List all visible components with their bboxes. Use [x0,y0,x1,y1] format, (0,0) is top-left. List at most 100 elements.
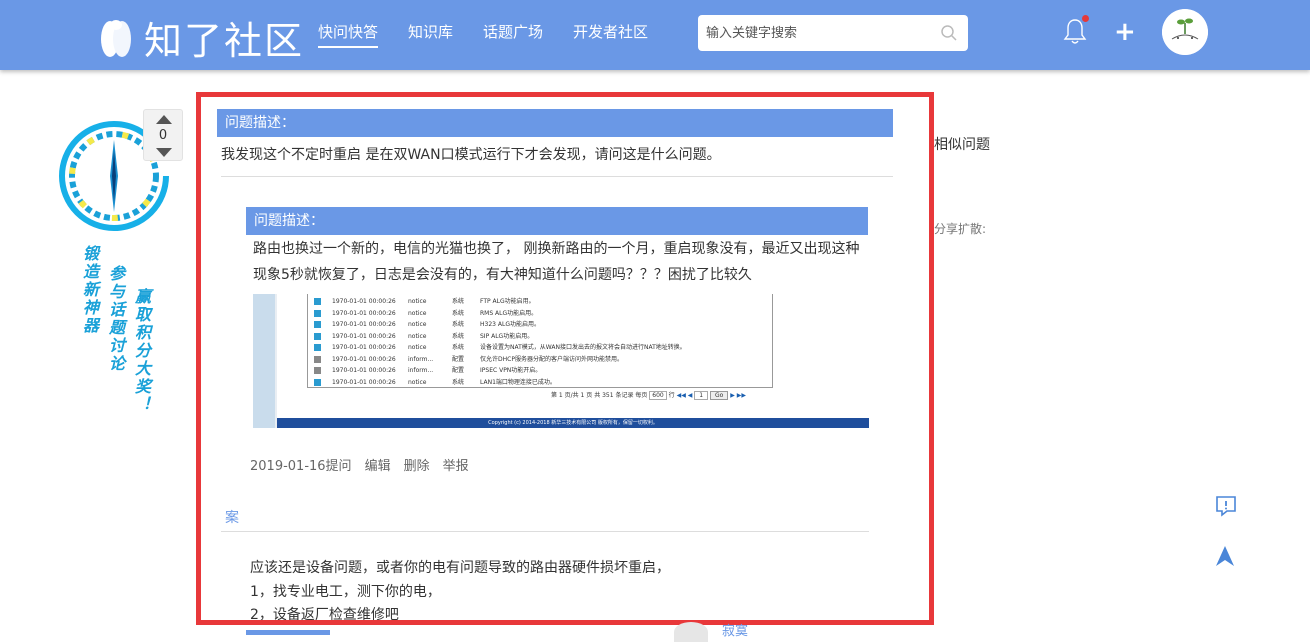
log-time: 1970-01-01 00:00:26 [332,367,396,374]
pager-text: 第 1 页/共 1 页 共 351 条记录 每页 [551,392,648,399]
log-pager: 第 1 页/共 1 页 共 351 条记录 每页 600 行 ◀◀ ◀ 1 Go… [551,390,746,400]
avatar-sprout-icon [1162,9,1208,55]
log-info-icon [314,332,321,340]
log-level: inform... [408,355,434,363]
log-level: notice [408,332,427,340]
back-to-top-icon[interactable] [1215,545,1235,567]
report-link[interactable]: 举报 [443,455,469,474]
log-time: 1970-01-01 00:00:26 [332,321,396,328]
log-info-icon [314,298,321,305]
vote-widget: 0 [143,109,183,161]
log-table: 1970-01-01 00:00:26 notice 系统 FTP ALG功能启用。 1… [307,294,773,388]
screenshot-sidebar [253,294,275,428]
site-logo[interactable]: 知了社区 [98,10,304,65]
log-info-icon [314,367,321,374]
log-row: 1970-01-01 00:00:26 inform... 配置 IPSEC VPN功… [308,365,772,376]
page-number-input[interactable]: 1 [694,391,709,400]
log-time: 1970-01-01 00:00:26 [332,355,396,363]
answer-line-3: 2，设备返厂检查维修吧 [250,607,399,623]
top-navbar: 知了社区 快问快答 知识库 话题广场 开发者社区 + [0,0,1310,70]
log-msg: 设备设置为NAT模式，从WAN接口发出去的报文将会自动进行NAT地址转换。 [480,344,686,351]
upvote-arrow-icon[interactable] [156,115,172,124]
divider [221,531,869,532]
log-level: notice [408,298,427,305]
question-heading: 问题描述： [217,109,893,137]
slogan-line-3: 赢取积分大奖！ [132,288,151,414]
question-date: 2019-01-16提问 [250,459,352,474]
quoted-heading: 问题描述： [246,207,868,235]
answer-line-1: 应该还是设备问题，或者你的电有问题导致的路由器硬件损坏重启， [250,560,670,576]
answer-line-2: 1，找专业电工，测下你的电， [250,584,441,600]
pager-next-icon[interactable]: ▶ ▶▶ [730,392,746,399]
nav-item-knowledge[interactable]: 知识库 [408,0,453,70]
similar-questions-title: 相似问题 [934,137,990,153]
log-level: notice [408,309,427,317]
user-avatar[interactable] [1162,9,1208,55]
search-icon[interactable] [940,24,958,42]
pager-prev-icon[interactable]: ◀◀ ◀ [677,392,693,399]
log-msg: LAN1端口物理连接已成功。 [480,378,556,386]
feedback-icon[interactable] [1214,494,1238,518]
slogan-line-1: 锻造新神器 [80,245,99,335]
search-box [698,15,968,51]
answer-tag [246,630,330,635]
log-row: 1970-01-01 00:00:26 inform... 配置 仅允许DHCP服务器… [308,354,772,365]
nav-item-topics[interactable]: 话题广场 [483,0,543,70]
log-msg: FTP ALG功能启用。 [480,298,535,305]
answer-author-avatar[interactable] [674,622,708,642]
log-row: 1970-01-01 00:00:26 notice 系统 H323 ALG功能启用。 [308,319,772,330]
search-input[interactable] [698,15,928,51]
log-row: 1970-01-01 00:00:26 notice 系统 RMS ALG功能启用。 [308,308,772,319]
share-label: 分享扩散: [934,222,987,236]
log-type: 系统 [452,309,465,317]
quoted-text-line-1: 路由也换过一个新的，电信的光猫也换了， 刚换新路由的一个月，重启现象没有，最近又… [253,241,860,257]
log-info-icon [314,355,321,363]
edit-link[interactable]: 编辑 [365,455,391,474]
pager-unit: 行 [668,392,675,399]
log-level: inform... [408,367,434,374]
downvote-arrow-icon[interactable] [156,148,172,157]
log-time: 1970-01-01 00:00:26 [332,309,396,317]
log-type: 配置 [452,367,465,374]
log-msg: IPSEC VPN功能开启。 [480,367,542,374]
log-type: 系统 [452,332,465,340]
log-level: notice [408,321,427,328]
nav-item-qa[interactable]: 快问快答 [318,0,379,70]
cicada-logo-icon [101,19,131,57]
log-info-icon [314,321,321,328]
create-plus-icon[interactable]: + [1114,17,1136,47]
question-content-panel: 问题描述： 我发现这个不定时重启 是在双WAN口模式运行下才会发现，请问这是什么… [196,92,934,625]
log-msg: SIP ALG功能启用。 [480,332,534,340]
log-type: 系统 [452,344,465,351]
slogan-line-2: 参与话题讨论 [106,265,125,373]
log-type: 配置 [452,355,465,363]
answer-section-title: 案 [225,510,239,526]
answer-author-name[interactable]: 寂寞 [722,620,748,639]
log-time: 1970-01-01 00:00:26 [332,378,396,386]
per-page-input[interactable]: 600 [649,391,667,400]
log-type: 系统 [452,321,465,328]
logo-text: 知了社区 [144,19,305,63]
log-row: 1970-01-01 00:00:26 notice 系统 LAN1端口物理连接已成功… [308,377,772,388]
log-row: 1970-01-01 00:00:26 notice 系统 FTP ALG功能启用。 [308,296,772,307]
nav-item-developers[interactable]: 开发者社区 [573,0,648,70]
log-row: 1970-01-01 00:00:26 notice 系统 设备设置为NAT模式，从W… [308,342,772,353]
delete-link[interactable]: 删除 [404,455,430,474]
log-time: 1970-01-01 00:00:26 [332,344,396,351]
question-meta: 2019-01-16提问 编辑 删除 举报 [250,455,469,474]
log-msg: 仅允许DHCP服务器分配的客户端访问外网功能禁用。 [480,355,623,363]
go-button[interactable]: Go [710,391,729,400]
router-log-screenshot: 1970-01-01 00:00:26 notice 系统 FTP ALG功能启用。 1… [253,294,869,428]
log-time: 1970-01-01 00:00:26 [332,298,396,305]
log-info-icon [314,344,321,351]
log-msg: H323 ALG功能启用。 [480,321,540,328]
notification-dot [1082,15,1089,22]
log-type: 系统 [452,378,465,386]
screenshot-footer: Copyright (c) 2014-2018 新华三技术有限公司 版权所有，保… [277,418,869,428]
log-msg: RMS ALG功能启用。 [480,309,538,317]
log-info-icon [314,309,321,317]
log-time: 1970-01-01 00:00:26 [332,332,396,340]
log-info-icon [314,378,321,386]
log-row: 1970-01-01 00:00:26 notice 系统 SIP ALG功能启用。 [308,331,772,342]
log-level: notice [408,378,427,386]
